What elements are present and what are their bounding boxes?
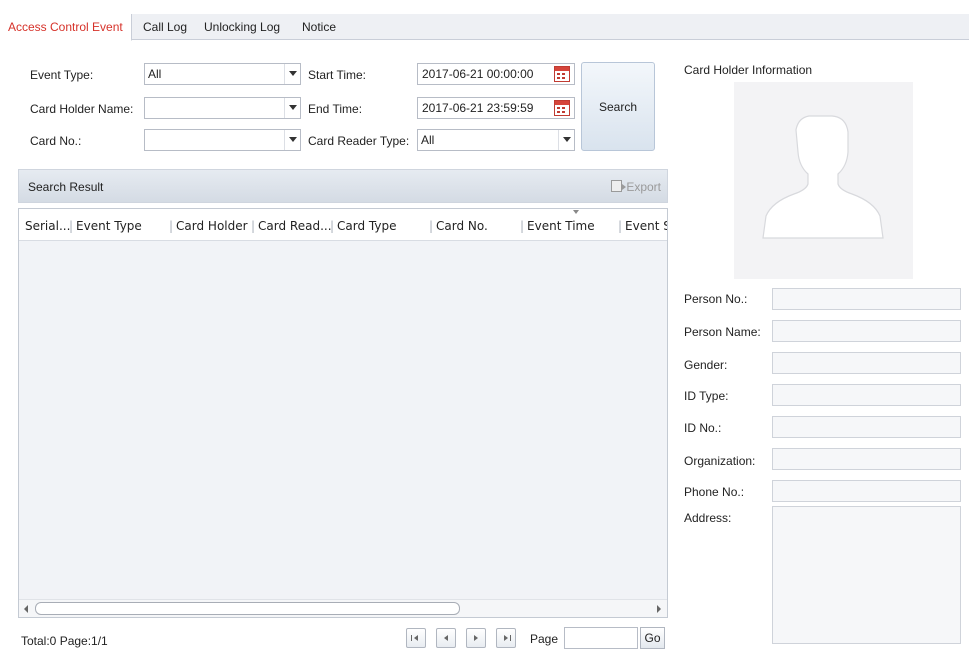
export-label: Export <box>626 180 661 194</box>
column-header-card-type[interactable]: | Card Type <box>330 219 428 233</box>
id-type-label: ID Type: <box>684 389 729 403</box>
person-name-field <box>772 320 961 342</box>
scroll-right-icon[interactable] <box>657 605 661 613</box>
start-time-value: 2017-06-21 00:00:00 <box>422 67 534 81</box>
chevron-down-icon <box>558 130 574 150</box>
card-holder-name-label: Card Holder Name: <box>30 102 134 116</box>
total-page-status: Total:0 Page:1/1 <box>21 634 108 648</box>
first-page-button[interactable] <box>406 628 426 648</box>
end-time-value: 2017-06-21 23:59:59 <box>422 101 534 115</box>
previous-page-button[interactable] <box>436 628 456 648</box>
search-result-title: Search Result <box>28 180 104 194</box>
tab-unlocking-log[interactable]: Unlocking Log <box>196 14 288 40</box>
column-header-card-no[interactable]: | Card No. <box>429 219 517 233</box>
organization-field <box>772 448 961 470</box>
export-icon <box>611 180 627 192</box>
card-reader-type-select[interactable]: All <box>417 129 575 151</box>
chevron-down-icon <box>284 98 300 118</box>
next-page-button[interactable] <box>466 628 486 648</box>
tab-access-control-event[interactable]: Access Control Event <box>0 14 132 41</box>
person-photo <box>734 82 913 279</box>
tab-notice[interactable]: Notice <box>294 14 344 40</box>
column-header-card-holder[interactable]: | Card Holder <box>169 219 257 233</box>
last-page-button[interactable] <box>496 628 516 648</box>
page-label: Page <box>530 632 559 646</box>
address-field <box>772 506 961 644</box>
event-type-label: Event Type: <box>30 68 94 82</box>
gender-field <box>772 352 961 374</box>
first-page-icon <box>411 635 418 641</box>
column-header-card-reader[interactable]: | Card Read... <box>251 219 331 233</box>
card-holder-info-title: Card Holder Information <box>684 63 813 77</box>
card-no-select[interactable] <box>144 129 301 151</box>
person-silhouette-icon <box>762 115 884 239</box>
chevron-down-icon <box>284 64 300 84</box>
next-page-icon <box>474 635 478 641</box>
organization-label: Organization: <box>684 454 756 468</box>
previous-page-icon <box>444 635 448 641</box>
person-no-label: Person No.: <box>684 292 748 306</box>
end-time-label: End Time: <box>308 102 363 116</box>
sort-indicator-icon <box>573 210 579 214</box>
scroll-left-icon[interactable] <box>24 605 28 613</box>
scrollbar-thumb[interactable] <box>35 602 460 615</box>
column-header-event-time[interactable]: | Event Time <box>520 219 618 233</box>
start-time-input[interactable]: 2017-06-21 00:00:00 <box>417 63 575 85</box>
search-button[interactable]: Search <box>581 62 655 151</box>
table-header: Serial... | Event Type | Card Holder | Card… <box>19 209 667 241</box>
id-no-field <box>772 416 961 438</box>
calendar-icon[interactable] <box>554 66 570 82</box>
calendar-icon[interactable] <box>554 100 570 116</box>
gender-label: Gender: <box>684 358 728 372</box>
column-header-event-source[interactable]: | Event S <box>618 219 667 233</box>
column-header-event-type[interactable]: | Event Type <box>69 219 164 233</box>
card-reader-type-label: Card Reader Type: <box>308 134 410 148</box>
page-number-input[interactable] <box>564 627 638 649</box>
card-no-label: Card No.: <box>30 134 82 148</box>
address-label: Address: <box>684 511 732 525</box>
phone-no-field <box>772 480 961 502</box>
go-button[interactable]: Go <box>640 627 665 649</box>
id-type-field <box>772 384 961 406</box>
tab-call-log[interactable]: Call Log <box>135 14 195 40</box>
card-holder-name-select[interactable] <box>144 97 301 119</box>
event-type-select[interactable]: All <box>144 63 301 85</box>
person-no-field <box>772 288 961 310</box>
id-no-label: ID No.: <box>684 421 722 435</box>
chevron-down-icon <box>284 130 300 150</box>
event-type-value: All <box>148 67 162 81</box>
results-table: Serial... | Event Type | Card Holder | Card… <box>18 208 668 618</box>
horizontal-scrollbar[interactable] <box>19 599 667 617</box>
last-page-icon <box>504 635 511 641</box>
person-name-label: Person Name: <box>684 325 761 339</box>
export-button[interactable]: Export <box>611 180 661 194</box>
card-reader-type-value: All <box>421 133 435 147</box>
end-time-input[interactable]: 2017-06-21 23:59:59 <box>417 97 575 119</box>
phone-no-label: Phone No.: <box>684 485 745 499</box>
start-time-label: Start Time: <box>308 68 367 82</box>
tab-bar: Access Control Event Call Log Unlocking … <box>0 14 969 41</box>
search-result-header: Search Result Export <box>18 169 668 203</box>
